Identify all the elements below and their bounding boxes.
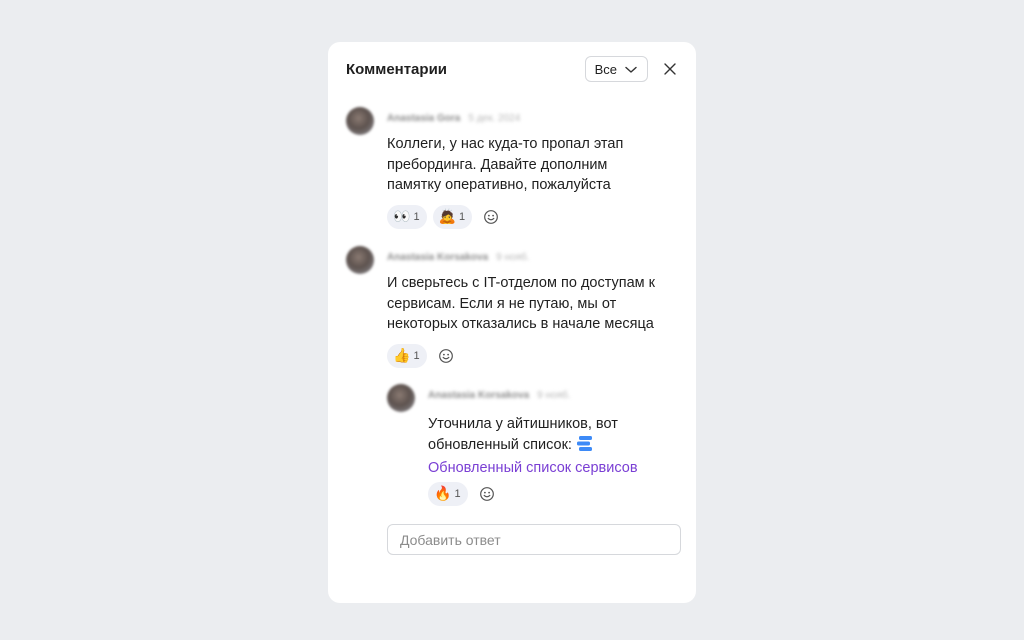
reaction-thumbs-up[interactable]: 👍 1 — [387, 344, 427, 368]
reaction-count: 1 — [413, 211, 420, 223]
reactions: 👍 1 — [387, 344, 455, 368]
avatar[interactable] — [387, 384, 415, 412]
avatar[interactable] — [346, 246, 374, 274]
comment-text-fragment: обновленный список: — [428, 436, 572, 453]
smiley-icon[interactable] — [437, 347, 455, 365]
comment-text: Коллеги, у нас куда-то пропал этап пребо… — [387, 134, 623, 196]
reaction-fire[interactable]: 🔥 1 — [428, 482, 468, 506]
thumbs-up-emoji-icon: 👍 — [393, 348, 411, 364]
comment-author[interactable]: Anastasia Gora — [387, 113, 460, 124]
comment-text-line: И сверьтесь с IT-отделом по доступам к — [387, 275, 656, 291]
comment-author[interactable]: Anastasia Korsakova — [428, 390, 529, 401]
reactions: 👀 1 🙇 1 — [387, 205, 500, 229]
reaction-count: 1 — [454, 488, 461, 500]
reaction-eyes[interactable]: 👀 1 — [387, 205, 427, 229]
comment-text-line: некоторых отказались в начале месяца — [387, 316, 654, 332]
comment-author[interactable]: Anastasia Korsakova — [387, 252, 488, 263]
comment-text: И сверьтесь с IT-отделом по доступам к с… — [387, 273, 655, 335]
comment-text-line: пребординга. Давайте дополним — [387, 156, 608, 173]
fire-emoji-icon: 🔥 — [434, 486, 452, 502]
eyes-emoji-icon: 👀 — [393, 209, 411, 225]
comment-time: 5 дек. 2024 — [468, 113, 521, 124]
reply-input[interactable] — [387, 524, 681, 555]
comment-text-line: обновленный список: — [428, 435, 638, 459]
filter-value: Все — [594, 61, 617, 77]
comment-time: 9 нояб. — [496, 252, 530, 263]
avatar[interactable] — [346, 107, 374, 135]
comment: Anastasia Gora 5 дек. 2024 Коллеги, у на… — [346, 107, 680, 237]
chevron-down-icon — [625, 62, 637, 77]
close-icon[interactable] — [662, 61, 678, 77]
document-icon — [576, 435, 594, 459]
comment-time: 9 нояб. — [537, 390, 571, 401]
bowing-person-emoji-icon: 🙇 — [438, 209, 456, 225]
reaction-count: 1 — [413, 350, 420, 362]
smiley-icon[interactable] — [482, 208, 500, 226]
comment-text-line: сервисам. Если я не путаю, мы от — [387, 295, 617, 312]
comment-text-line: Коллеги, у нас куда-то пропал этап — [387, 136, 624, 152]
filter-dropdown[interactable]: Все — [584, 56, 648, 82]
panel-title: Комментарии — [346, 60, 448, 78]
reaction-count: 1 — [459, 211, 466, 223]
panel-header: Комментарии Все — [346, 54, 678, 84]
comment-text: Уточнила у айтишников, вот обновленный с… — [428, 414, 638, 479]
reply-comment: Anastasia Korsakova 9 нояб. Уточнила у а… — [387, 384, 680, 509]
comment-text-line: памятку оперативно, пожалуйста — [387, 177, 611, 193]
smiley-icon[interactable] — [478, 485, 496, 503]
comments-panel: Комментарии Все Anastasia Gora 5 дек. 20… — [328, 42, 696, 603]
reaction-bow[interactable]: 🙇 1 — [432, 205, 473, 229]
reactions: 🔥 1 — [428, 482, 496, 506]
comment: Anastasia Korsakova 9 нояб. И сверьтесь … — [346, 246, 680, 376]
services-list-link[interactable]: Обновленный список сервисов — [428, 458, 638, 479]
comment-text-line: Уточнила у айтишников, вот — [428, 416, 618, 432]
